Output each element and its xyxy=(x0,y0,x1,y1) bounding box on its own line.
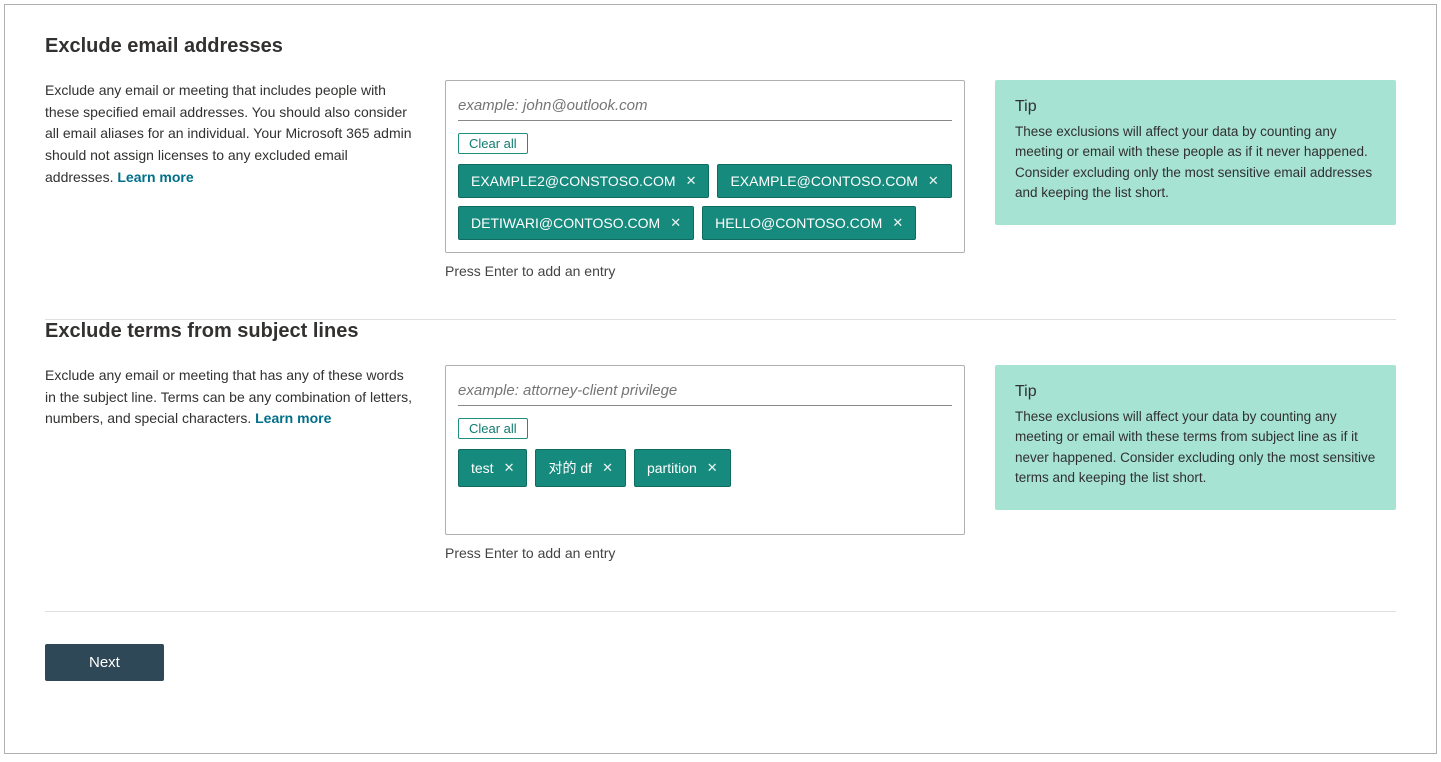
exclude-emails-title: Exclude email addresses xyxy=(45,35,415,58)
term-tag-label: test xyxy=(471,460,494,476)
exclude-terms-input[interactable] xyxy=(458,378,952,406)
remove-tag-icon[interactable]: ✕ xyxy=(890,215,905,231)
exclude-terms-hint: Press Enter to add an entry xyxy=(445,545,965,561)
term-tag: partition ✕ xyxy=(634,449,731,487)
tip-title: Tip xyxy=(1015,383,1376,401)
term-tag: test ✕ xyxy=(458,449,527,487)
tip-title: Tip xyxy=(1015,98,1376,116)
term-tag-label: 对的 df xyxy=(548,458,592,478)
email-tag-label: EXAMPLE@CONTOSO.COM xyxy=(730,173,917,189)
next-button[interactable]: Next xyxy=(45,644,164,681)
email-tag: EXAMPLE2@CONSTOSO.COM ✕ xyxy=(458,164,709,198)
exclude-emails-input[interactable] xyxy=(458,93,952,121)
exclude-terms-tags-row: test ✕ 对的 df ✕ partition ✕ xyxy=(446,445,964,499)
email-tag-label: DETIWARI@CONTOSO.COM xyxy=(471,215,660,231)
remove-tag-icon[interactable]: ✕ xyxy=(926,173,941,189)
footer: Next xyxy=(45,611,1396,681)
term-tag-label: partition xyxy=(647,460,697,476)
exclude-terms-tip: Tip These exclusions will affect your da… xyxy=(995,365,1396,510)
tip-body: These exclusions will affect your data b… xyxy=(1015,407,1376,488)
exclude-emails-tags-row: EXAMPLE2@CONSTOSO.COM ✕ EXAMPLE@CONTOSO.… xyxy=(446,160,964,252)
remove-tag-icon[interactable]: ✕ xyxy=(600,460,615,476)
exclude-emails-hint: Press Enter to add an entry xyxy=(445,263,965,279)
remove-tag-icon[interactable]: ✕ xyxy=(502,460,517,476)
remove-tag-icon[interactable]: ✕ xyxy=(705,460,720,476)
exclude-terms-clear-all-button[interactable]: Clear all xyxy=(458,418,528,439)
exclude-emails-tag-box: Clear all EXAMPLE2@CONSTOSO.COM ✕ EXAMPL… xyxy=(445,80,965,253)
remove-tag-icon[interactable]: ✕ xyxy=(684,173,699,189)
email-tag-label: EXAMPLE2@CONSTOSO.COM xyxy=(471,173,676,189)
exclude-terms-tag-box: Clear all test ✕ 对的 df ✕ partition ✕ xyxy=(445,365,965,535)
exclude-emails-clear-all-button[interactable]: Clear all xyxy=(458,133,528,154)
exclude-terms-learn-more-link[interactable]: Learn more xyxy=(255,410,331,426)
exclude-emails-description: Exclude any email or meeting that includ… xyxy=(45,80,415,188)
exclude-terms-section: Exclude terms from subject lines Exclude… xyxy=(45,320,1396,601)
exclude-emails-description-text: Exclude any email or meeting that includ… xyxy=(45,82,412,185)
exclude-emails-tip: Tip These exclusions will affect your da… xyxy=(995,80,1396,225)
email-tag-label: HELLO@CONTOSO.COM xyxy=(715,215,882,231)
remove-tag-icon[interactable]: ✕ xyxy=(668,215,683,231)
exclude-terms-description-text: Exclude any email or meeting that has an… xyxy=(45,367,412,426)
tip-body: These exclusions will affect your data b… xyxy=(1015,122,1376,203)
exclusion-settings-page: Exclude email addresses Exclude any emai… xyxy=(4,4,1437,754)
term-tag: 对的 df ✕ xyxy=(535,449,625,487)
email-tag: HELLO@CONTOSO.COM ✕ xyxy=(702,206,916,240)
email-tag: EXAMPLE@CONTOSO.COM ✕ xyxy=(717,164,951,198)
exclude-emails-learn-more-link[interactable]: Learn more xyxy=(117,169,193,185)
exclude-emails-section: Exclude email addresses Exclude any emai… xyxy=(45,35,1396,319)
email-tag: DETIWARI@CONTOSO.COM ✕ xyxy=(458,206,694,240)
exclude-terms-description: Exclude any email or meeting that has an… xyxy=(45,365,415,430)
exclude-terms-title: Exclude terms from subject lines xyxy=(45,320,415,343)
